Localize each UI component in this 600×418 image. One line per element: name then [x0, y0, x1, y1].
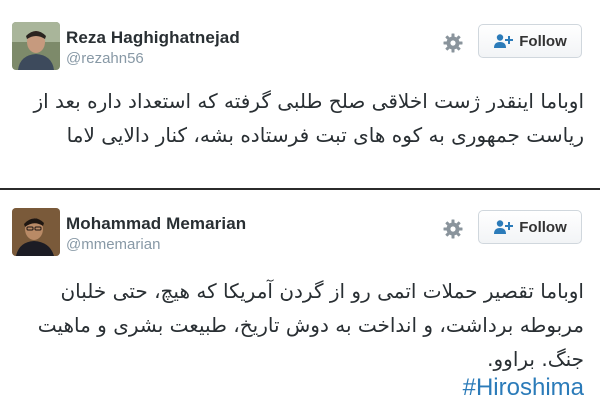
- follow-button[interactable]: Follow: [478, 210, 582, 244]
- gear-icon[interactable]: [442, 218, 464, 240]
- tweet-text: اوباما تقصیر حملات اتمی رو از گردن آمریک…: [37, 279, 584, 371]
- user-display-name[interactable]: Reza Haghighatnejad: [66, 28, 240, 48]
- gear-icon[interactable]: [442, 32, 464, 54]
- tweet-card-1: Reza Haghighatnejad @rezahn56 Follow اوب…: [0, 0, 600, 188]
- follow-user-plus-icon: [493, 219, 514, 235]
- follow-button-label: Follow: [519, 218, 567, 236]
- tweet-card-2: Mohammad Memarian @mmemarian Follow اوبا…: [0, 190, 600, 418]
- user-display-name[interactable]: Mohammad Memarian: [66, 214, 246, 234]
- user-handle[interactable]: @mmemarian: [66, 236, 160, 253]
- follow-button[interactable]: Follow: [478, 24, 582, 58]
- avatar[interactable]: [12, 22, 60, 70]
- follow-user-plus-icon: [493, 33, 514, 49]
- user-handle[interactable]: @rezahn56: [66, 50, 144, 67]
- tweet-text: اوباما اینقدر ژست اخلاقی صلح طلبی گرفته …: [33, 89, 584, 147]
- avatar[interactable]: [12, 208, 60, 256]
- follow-button-label: Follow: [519, 32, 567, 50]
- hashtag-link[interactable]: #Hiroshima: [463, 374, 584, 402]
